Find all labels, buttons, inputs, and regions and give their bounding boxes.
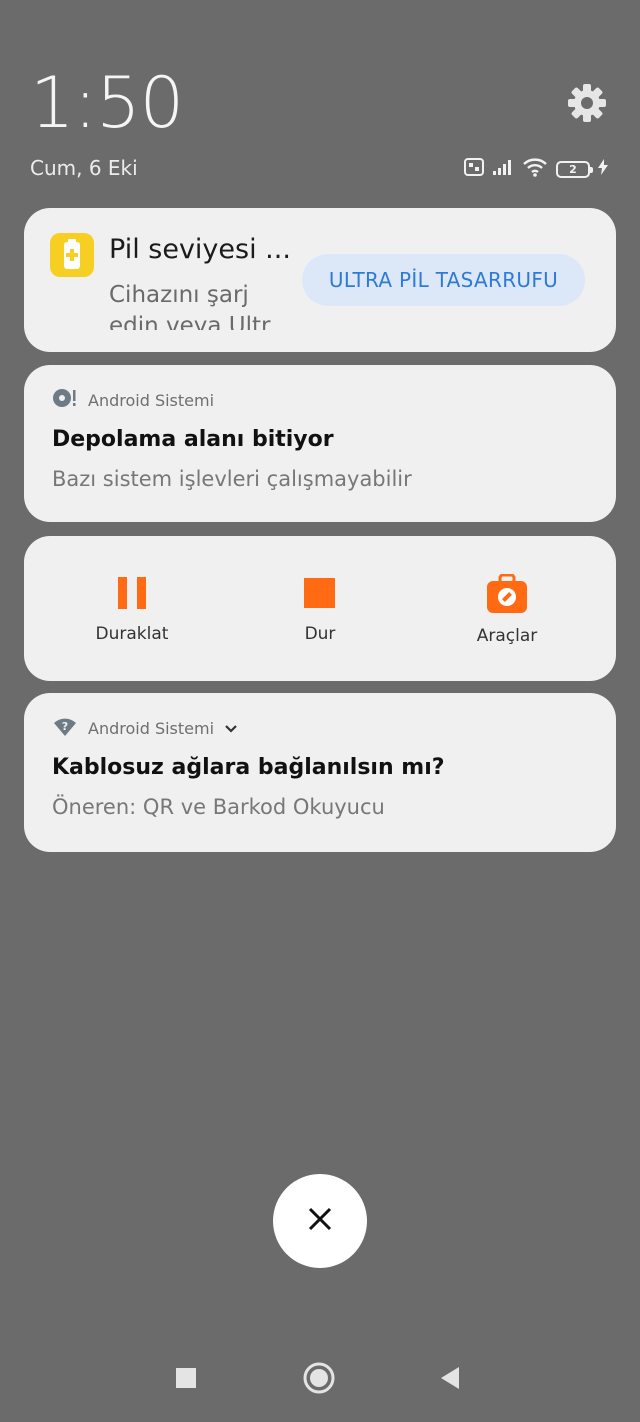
ultra-battery-saver-button[interactable]: ULTRA PİL TASARRUFU	[302, 254, 585, 306]
signal-icon	[492, 158, 514, 180]
notification-body: Öneren: QR ve Barkod Okuyucu	[52, 795, 385, 819]
storage-notification[interactable]: Android Sistemi Depolama alanı bitiyor B…	[24, 365, 616, 522]
tools-label: Araçlar	[476, 626, 538, 646]
settings-gear-icon[interactable]	[566, 82, 608, 124]
battery-icon: 2	[556, 160, 593, 178]
notification-body: Bazı sistem işlevleri çalışmayabilir	[52, 467, 412, 491]
notification-title: Pil seviyesi ...	[109, 234, 291, 265]
notification-title: Depolama alanı bitiyor	[52, 427, 334, 452]
stop-icon	[303, 574, 337, 612]
back-button[interactable]	[430, 1360, 470, 1400]
date: Cum, 6 Eki	[30, 156, 138, 180]
app-name: Android Sistemi	[88, 390, 215, 410]
back-triangle-icon	[439, 1366, 461, 1394]
charging-icon	[598, 159, 608, 179]
stop-button[interactable]: Dur	[255, 574, 385, 644]
svg-text:?: ?	[62, 720, 68, 733]
clock: 1:50	[30, 62, 184, 144]
app-header: Android Sistemi	[52, 387, 214, 413]
app-header: ? Android Sistemi	[52, 715, 238, 741]
pause-icon	[116, 574, 148, 612]
volte-icon	[464, 158, 484, 180]
notification-title: Kablosuz ağlara bağlanılsın mı?	[52, 755, 445, 780]
battery-saver-app-icon	[50, 233, 94, 277]
wifi-question-icon: ?	[52, 715, 78, 741]
notification-body: Cihazını şarj edin veya Ultr	[109, 282, 271, 330]
recorder-controls-notification: Duraklat Dur Araçlar	[24, 536, 616, 681]
pause-label: Duraklat	[95, 624, 169, 644]
recents-button[interactable]	[166, 1360, 206, 1400]
storage-warning-icon	[52, 387, 78, 413]
tools-button[interactable]: Araçlar	[442, 573, 572, 646]
pause-button[interactable]: Duraklat	[67, 574, 197, 644]
battery-notification[interactable]: Pil seviyesi ... Cihazını şarj edin veya…	[24, 208, 616, 352]
clear-all-button[interactable]	[273, 1174, 367, 1268]
close-icon	[307, 1206, 333, 1236]
wifi-notification[interactable]: ? Android Sistemi Kablosuz ağlara bağlan…	[24, 693, 616, 852]
toolbox-icon	[485, 573, 529, 613]
stop-label: Dur	[304, 624, 336, 644]
home-circle-icon	[302, 1361, 336, 1399]
wifi-icon	[522, 157, 548, 181]
home-button[interactable]	[299, 1360, 339, 1400]
app-name: Android Sistemi	[88, 718, 215, 738]
recents-square-icon	[175, 1367, 197, 1393]
chevron-down-icon[interactable]	[224, 719, 238, 738]
status-icons: 2	[464, 154, 608, 184]
